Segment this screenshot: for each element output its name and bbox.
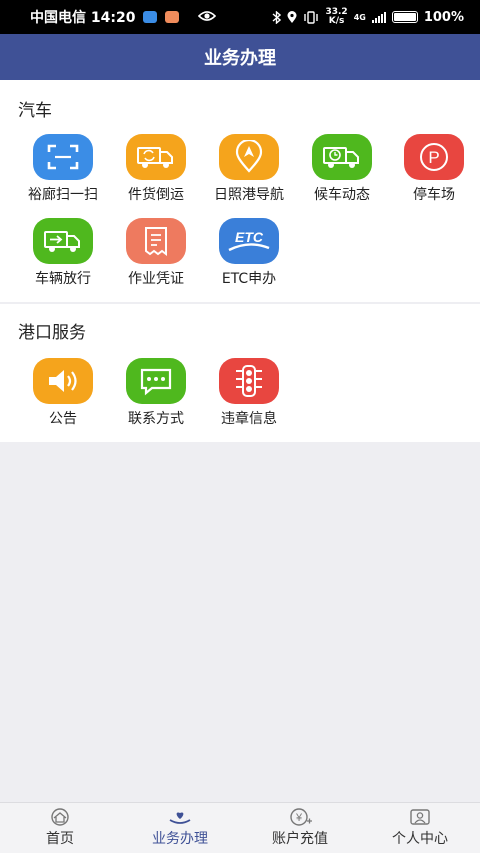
battery-fill [393, 13, 416, 21]
nav-label: 业务办理 [152, 831, 208, 847]
status-bar: 中国电信 14:20 33.2 K/s 4G 100% [0, 0, 480, 34]
vibrate-icon [304, 10, 319, 24]
nav-profile[interactable]: 个人中心 [360, 803, 480, 853]
truck-clock-icon [312, 134, 372, 180]
tile-cargo-transfer[interactable]: 件货倒运 [109, 134, 203, 204]
bluetooth-icon [273, 10, 282, 24]
tile-label: ETC申办 [221, 271, 277, 287]
tile-label: 作业凭证 [128, 271, 184, 287]
yen-symbol: ¥ [295, 812, 303, 824]
section-title-port: 港口服务 [18, 323, 86, 343]
chat-icon [126, 358, 186, 404]
etc-icon: ETC [219, 218, 279, 264]
recharge-icon: ¥ [290, 808, 312, 826]
nav-label: 个人中心 [392, 831, 448, 847]
signal-icon [371, 11, 386, 23]
tile-work-voucher[interactable]: 作业凭证 [109, 218, 203, 288]
message-notification-icon [165, 11, 180, 23]
speaker-icon [33, 358, 93, 404]
tile-etc-apply[interactable]: ETC ETC申办 [202, 218, 296, 288]
status-right: 33.2 K/s 4G 100% [272, 8, 464, 26]
status-left: 中国电信 14:20 [30, 7, 180, 27]
etc-logo-text: ETC [235, 229, 264, 245]
tile-label: 停车场 [413, 187, 455, 203]
tile-label: 车辆放行 [35, 271, 91, 287]
battery-icon [391, 11, 418, 23]
tile-scan[interactable]: 裕廊扫一扫 [16, 134, 110, 204]
tile-label: 候车动态 [314, 187, 370, 203]
business-icon [169, 812, 191, 824]
tile-vehicle-release[interactable]: 车辆放行 [16, 218, 110, 288]
parking-icon: P [404, 134, 464, 180]
home-icon [51, 808, 69, 826]
truck-transfer-icon [126, 134, 186, 180]
bottom-nav: 首页 业务办理 ¥ 账户充值 个人中心 [0, 802, 480, 853]
tile-label: 裕廊扫一扫 [28, 187, 98, 203]
profile-icon [410, 809, 430, 825]
traffic-light-icon [219, 358, 279, 404]
tile-label: 件货倒运 [128, 187, 184, 203]
battery-percent: 100% [423, 9, 464, 25]
nav-recharge[interactable]: ¥ 账户充值 [240, 803, 360, 853]
page-title: 业务办理 [204, 48, 276, 69]
receipt-icon [126, 218, 186, 264]
nav-label: 账户充值 [272, 831, 328, 847]
nav-business[interactable]: 业务办理 [120, 803, 240, 853]
tile-label: 公告 [49, 411, 77, 427]
section-title-cars: 汽车 [18, 101, 52, 121]
parking-letter: P [428, 148, 439, 167]
eye-icon [198, 11, 216, 21]
network-speed: 33.2 K/s [325, 8, 347, 26]
notification-app-icon [143, 11, 158, 23]
location-icon [287, 10, 297, 23]
tile-announcement[interactable]: 公告 [16, 358, 110, 428]
navigation-icon [219, 134, 279, 180]
tile-label: 违章信息 [221, 411, 277, 427]
tile-waiting-status[interactable]: 候车动态 [295, 134, 389, 204]
network-type: 4G [353, 12, 366, 22]
nav-home[interactable]: 首页 [0, 803, 120, 853]
port-service-section: 港口服务 公告 联系方式 违章信息 [0, 304, 480, 442]
tile-parking[interactable]: P 停车场 [387, 134, 480, 204]
tile-label: 联系方式 [128, 411, 184, 427]
app-bar: 业务办理 [0, 34, 480, 80]
nav-label: 首页 [46, 831, 74, 847]
tile-contact[interactable]: 联系方式 [109, 358, 203, 428]
tile-port-navigation[interactable]: 日照港导航 [202, 134, 296, 204]
carrier-time: 中国电信 14:20 [30, 10, 136, 26]
scan-icon [33, 134, 93, 180]
truck-release-icon [33, 218, 93, 264]
tile-violation-info[interactable]: 违章信息 [202, 358, 296, 428]
tile-label: 日照港导航 [214, 187, 284, 203]
cars-section: 汽车 裕廊扫一扫 件货倒运 日照港导航 候车动态 P 停车场 车辆放行 作业凭证… [0, 80, 480, 302]
net-speed-unit: K/s [328, 16, 345, 26]
